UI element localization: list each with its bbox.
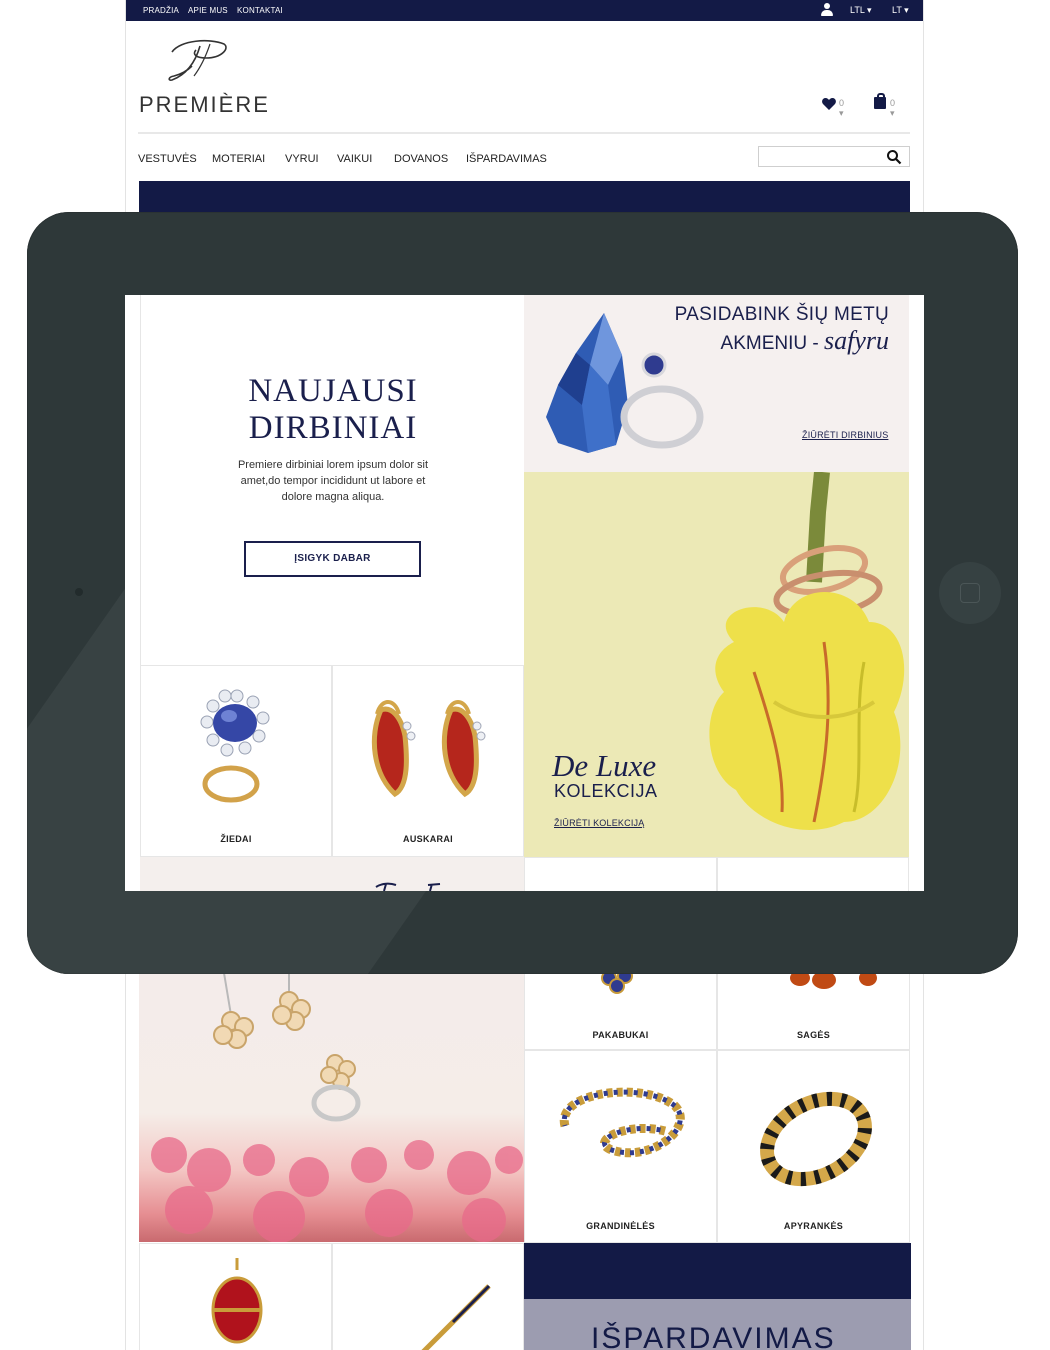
chain-necklace-image	[559, 1087, 685, 1158]
product-card-pen[interactable]	[332, 1243, 524, 1350]
topbar-link-about[interactable]: APIE MUS	[188, 6, 228, 15]
category-label-chains[interactable]: GRANDINĖLĖS	[525, 1221, 716, 1231]
camera-icon	[75, 588, 83, 596]
currency-select[interactable]: LTL ▾	[850, 5, 872, 16]
nav-item-weddings[interactable]: VESTUVĖS	[138, 153, 197, 165]
category-label-pendants[interactable]: PAKABUKAI	[525, 1030, 716, 1040]
category-card-earrings[interactable]: AUSKARAI	[332, 665, 524, 857]
home-button-icon[interactable]	[939, 562, 1001, 624]
next-row-card-left	[524, 857, 717, 891]
category-label-earrings[interactable]: AUSKARAI	[333, 834, 523, 844]
brand-logo-text[interactable]: PREMIÈRE	[139, 92, 270, 118]
user-icon[interactable]	[821, 3, 833, 17]
pen-image	[421, 1284, 491, 1350]
hero-description: Premiere dirbiniai lorem ipsum dolor sit…	[237, 459, 429, 503]
next-row-heading-fragment	[375, 882, 441, 891]
cart-bag-icon[interactable]	[874, 93, 886, 109]
hero-title-line2: DIRBINIAI	[248, 410, 418, 446]
next-row-card-right	[717, 857, 909, 891]
nav-item-men[interactable]: VYRUI	[285, 153, 319, 165]
header-divider	[138, 132, 910, 134]
sapphire-headline-line1: PASIDABINK ŠIŲ METŲ	[674, 304, 889, 325]
flower-jewelry-image	[151, 972, 523, 1242]
category-label-bracelets[interactable]: APYRANKĖS	[718, 1221, 909, 1231]
category-label-rings[interactable]: ŽIEDAI	[141, 834, 331, 844]
sale-banner-text[interactable]: IŠPARDAVIMAS	[591, 1322, 836, 1350]
earrings-product-image	[371, 700, 486, 798]
deluxe-title: De Luxe	[552, 748, 657, 783]
top-bar: PRADŽIA APIE MUS KONTAKTAI LTL ▾ LT ▾	[126, 0, 923, 21]
hero-title: NAUJAUSI DIRBINIAI	[141, 373, 525, 447]
next-row-promo-edge	[140, 857, 524, 891]
sapphire-ring-product-image	[200, 689, 270, 803]
category-card-bracelets[interactable]: APYRANKĖS	[717, 1050, 910, 1243]
category-card-rings[interactable]: ŽIEDAI	[140, 665, 332, 857]
nav-item-kids[interactable]: VAIKUI	[337, 153, 372, 165]
wishlist-count[interactable]: 0 ▾	[839, 98, 844, 119]
sapphire-banner[interactable]: PASIDABINK ŠIŲ METŲ AKMENIU - safyru ŽIŪ…	[524, 295, 909, 472]
topbar-link-home[interactable]: PRADŽIA	[143, 6, 179, 15]
tablet-screen: NAUJAUSI DIRBINIAI Premiere dirbiniai lo…	[125, 295, 924, 891]
bracelet-image	[760, 1091, 872, 1187]
deluxe-collection-banner[interactable]: De Luxe KOLEKCIJA ŽIŪRĖTI KOLEKCIJĄ	[524, 472, 909, 857]
wishlist-heart-icon[interactable]	[821, 96, 837, 112]
sapphire-headline-emphasis: safyru	[824, 326, 889, 355]
nav-item-sale[interactable]: IŠPARDAVIMAS	[466, 153, 547, 165]
hero-title-line1: NAUJAUSI	[248, 373, 418, 409]
sapphire-headline-line2: AKMENIU - safyru	[721, 326, 889, 356]
category-card-chains[interactable]: GRANDINĖLĖS	[524, 1050, 717, 1243]
buy-now-button[interactable]: ĮSIGYK DABAR	[244, 541, 421, 577]
view-collection-link[interactable]: ŽIŪRĖTI KOLEKCIJĄ	[554, 818, 644, 828]
cart-count[interactable]: 0 ▾	[890, 98, 895, 119]
faberge-egg-image	[211, 1258, 263, 1344]
category-label-brooches[interactable]: SAGĖS	[718, 1030, 909, 1040]
nav-item-women[interactable]: MOTERIAI	[212, 153, 265, 165]
search-icon[interactable]	[886, 149, 902, 165]
view-items-link[interactable]: ŽIŪRĖTI DIRBINIUS	[802, 430, 888, 440]
sale-banner-top	[524, 1243, 911, 1299]
tablet-device-frame: NAUJAUSI DIRBINIAI Premiere dirbiniai lo…	[27, 212, 1018, 974]
language-select[interactable]: LT ▾	[892, 5, 909, 16]
hero-new-items: NAUJAUSI DIRBINIAI Premiere dirbiniai lo…	[140, 295, 524, 665]
deluxe-subtitle: KOLEKCIJA	[554, 781, 658, 801]
product-card-egg[interactable]	[139, 1243, 332, 1350]
logo-monogram-icon[interactable]	[166, 36, 232, 84]
flower-jewelry-promo[interactable]	[139, 955, 524, 1242]
sapphire-headline-prefix: AKMENIU -	[720, 333, 824, 354]
nav-item-gifts[interactable]: DOVANOS	[394, 153, 448, 165]
topbar-link-contacts[interactable]: KONTAKTAI	[237, 6, 283, 15]
banner-strip	[139, 181, 910, 213]
